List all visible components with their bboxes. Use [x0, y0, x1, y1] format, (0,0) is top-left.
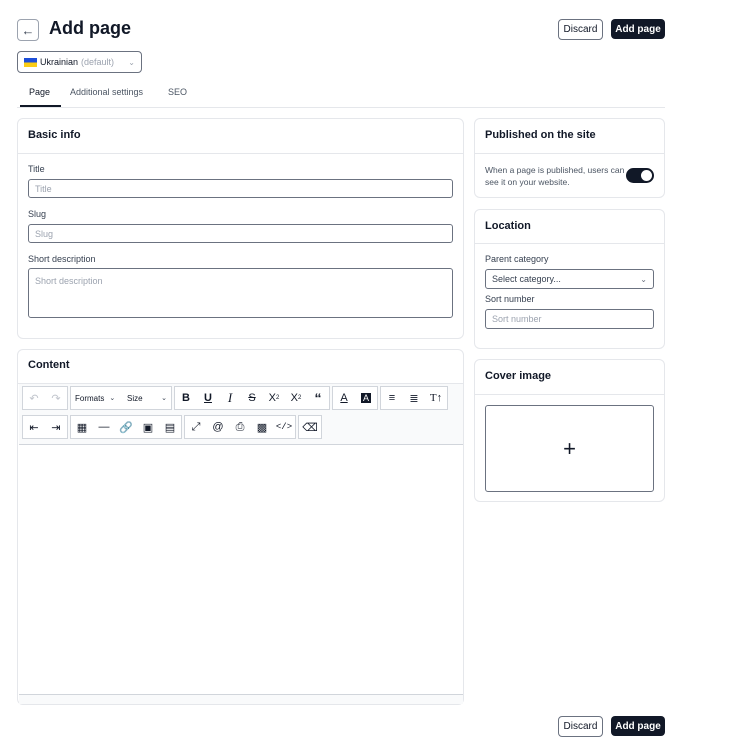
text-style-group: B U I S X2 X2 “: [174, 386, 330, 410]
outdent-icon[interactable]: ⇤: [23, 416, 45, 438]
insert-group: ▦ — 🔗 ▣ ▤: [70, 415, 182, 439]
slug-label: Slug: [28, 209, 47, 219]
line-height-icon[interactable]: T↑: [425, 387, 447, 409]
published-title: Published on the site: [485, 129, 596, 141]
text-color-icon[interactable]: A: [333, 387, 355, 409]
add-page-button[interactable]: Add page: [611, 19, 665, 39]
table-icon[interactable]: ▦: [71, 416, 93, 438]
video-icon[interactable]: ▤: [159, 416, 181, 438]
discard-button[interactable]: Discard: [558, 19, 603, 40]
card-divider: [18, 153, 463, 154]
plus-icon: +: [563, 435, 576, 461]
sort-number-label: Sort number: [485, 294, 535, 304]
ukraine-flag-icon: [24, 57, 37, 67]
italic-icon[interactable]: I: [219, 387, 241, 409]
parent-category-value: Select category...: [492, 274, 561, 284]
editor-body[interactable]: [19, 446, 463, 694]
code-view-icon[interactable]: </>: [273, 416, 295, 438]
editor-toolbar: ↶ ↷ Formats ⌄ Size ⌄ B U I S X2 X2 “ A A ≡: [19, 384, 463, 445]
chevron-down-icon: ⌄: [161, 395, 167, 402]
tab-bar: Page Additional settings SEO: [17, 82, 665, 108]
cover-image-dropzone[interactable]: +: [485, 405, 654, 492]
eraser-icon[interactable]: ⌫: [299, 416, 321, 438]
subscript-icon[interactable]: X2: [263, 387, 285, 409]
background-color-icon[interactable]: A: [355, 387, 377, 409]
slug-input[interactable]: Slug: [28, 224, 453, 243]
parent-category-select[interactable]: Select category... ⌄: [485, 269, 654, 289]
tab-page[interactable]: Page: [29, 87, 50, 97]
superscript-icon[interactable]: X2: [285, 387, 307, 409]
underline-icon[interactable]: U: [197, 387, 219, 409]
content-card: Content ↶ ↷ Formats ⌄ Size ⌄ B U I S X2 X2…: [17, 349, 464, 705]
parent-category-label: Parent category: [485, 254, 549, 264]
fullscreen-icon[interactable]: ⤢: [185, 416, 207, 438]
cover-image-card: Cover image +: [474, 359, 665, 502]
language-name: Ukrainian: [40, 57, 79, 67]
content-title: Content: [28, 359, 70, 371]
basic-info-card: Basic info Title Title Slug Slug Short d…: [17, 118, 464, 339]
toggle-knob: [641, 170, 652, 181]
footer-add-page-button[interactable]: Add page: [611, 716, 665, 736]
image-icon[interactable]: ▣: [137, 416, 159, 438]
card-divider: [475, 394, 664, 395]
clear-group: ⌫: [298, 415, 322, 439]
highlight-glyph: A: [360, 393, 371, 403]
formats-dropdown[interactable]: Formats ⌄: [71, 387, 123, 409]
history-group: ↶ ↷: [22, 386, 68, 410]
card-divider: [475, 153, 664, 154]
sort-number-input[interactable]: Sort number: [485, 309, 654, 329]
chevron-down-icon: ⌄: [128, 57, 135, 67]
footer-discard-button[interactable]: Discard: [558, 716, 603, 737]
back-button[interactable]: ←: [17, 19, 39, 41]
chevron-down-icon: ⌄: [640, 274, 647, 284]
location-title: Location: [485, 220, 531, 232]
indent-icon[interactable]: ⇥: [45, 416, 67, 438]
formats-label: Formats: [75, 393, 105, 403]
tab-seo[interactable]: SEO: [168, 87, 187, 97]
arrow-left-icon: ←: [21, 22, 35, 38]
link-icon[interactable]: 🔗: [115, 416, 137, 438]
align-group: ≡ ≣ T↑: [380, 386, 448, 410]
redo-icon[interactable]: ↷: [45, 387, 67, 409]
page-title: Add page: [49, 18, 132, 38]
size-dropdown[interactable]: Size ⌄: [123, 387, 171, 409]
basic-info-title: Basic info: [28, 129, 81, 141]
editor-statusbar: [19, 694, 463, 704]
size-label: Size: [127, 393, 143, 403]
undo-icon[interactable]: ↶: [23, 387, 45, 409]
published-description: When a page is published, users can see …: [485, 165, 625, 187]
print-icon[interactable]: ⎙: [229, 416, 251, 438]
format-group: Formats ⌄ Size ⌄: [70, 386, 172, 410]
language-select[interactable]: Ukrainian (default) ⌄: [17, 51, 142, 73]
short-description-textarea[interactable]: Short description: [28, 268, 453, 318]
color-group: A A: [332, 386, 378, 410]
cover-image-title: Cover image: [485, 370, 552, 382]
horizontal-rule-icon[interactable]: —: [93, 416, 115, 438]
special-char-icon[interactable]: @: [207, 416, 229, 438]
align-left-icon[interactable]: ≡: [381, 387, 403, 409]
ordered-list-icon[interactable]: ≣: [403, 387, 425, 409]
short-description-label: Short description: [28, 254, 96, 264]
title-input[interactable]: Title: [28, 179, 453, 198]
chevron-down-icon: ⌄: [109, 395, 116, 402]
card-divider: [475, 243, 664, 244]
active-tab-indicator: [20, 105, 61, 107]
indent-group: ⇤ ⇥: [22, 415, 68, 439]
published-card: Published on the site When a page is pub…: [474, 118, 665, 198]
published-toggle[interactable]: [626, 168, 654, 183]
blockquote-icon[interactable]: “: [307, 387, 329, 409]
tab-additional-settings[interactable]: Additional settings: [70, 87, 143, 97]
bold-icon[interactable]: B: [175, 387, 197, 409]
language-default-label: (default): [81, 57, 115, 67]
title-label: Title: [28, 164, 45, 174]
tools-group: ⤢ @ ⎙ ▩ </>: [184, 415, 296, 439]
preview-icon[interactable]: ▩: [251, 416, 273, 438]
strikethrough-icon[interactable]: S: [241, 387, 263, 409]
location-card: Location Parent category Select category…: [474, 209, 665, 349]
